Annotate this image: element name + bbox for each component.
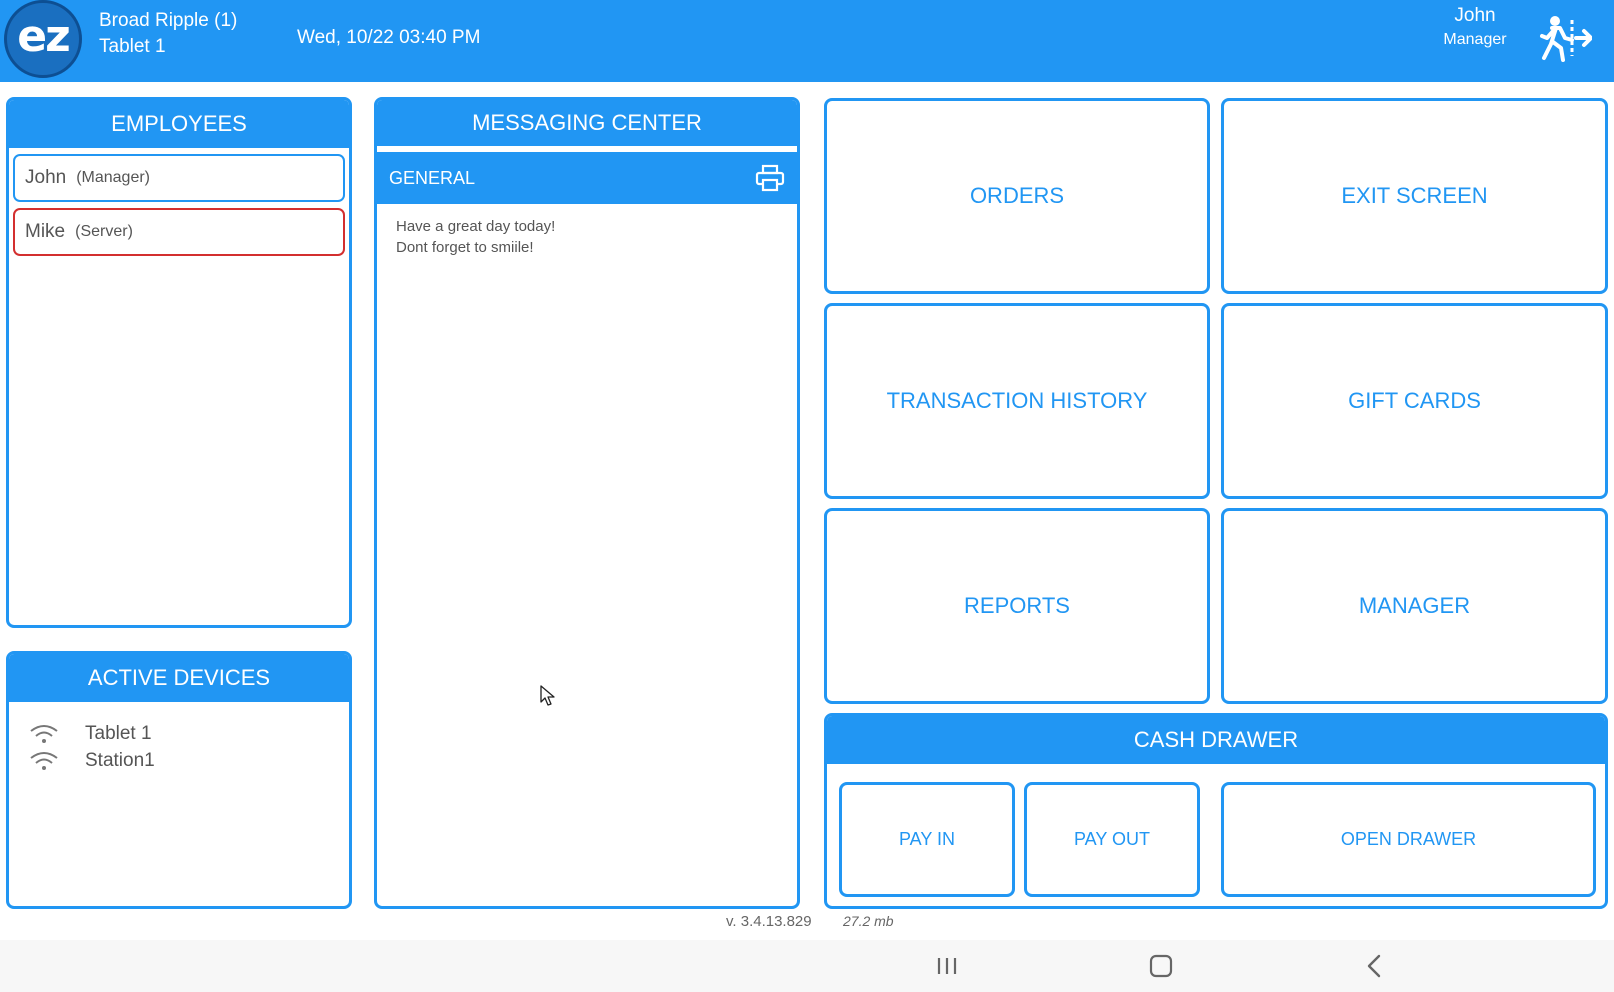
device-list: Tablet 1 Station1: [9, 702, 349, 774]
transaction-history-button[interactable]: TRANSACTION HISTORY: [824, 303, 1210, 499]
exit-screen-button[interactable]: EXIT SCREEN: [1221, 98, 1608, 294]
home-icon[interactable]: [1144, 950, 1178, 982]
cash-drawer-title: CASH DRAWER: [827, 716, 1605, 764]
employee-item-mike[interactable]: Mike (Server): [13, 208, 345, 256]
system-nav-bar: [0, 940, 1614, 992]
messaging-center-panel: MESSAGING CENTER GENERAL Have a great da…: [374, 97, 800, 909]
device-item: Station1: [29, 747, 349, 774]
message-line: Have a great day today!: [396, 218, 556, 235]
print-icon[interactable]: [755, 164, 785, 192]
recent-apps-icon[interactable]: [930, 950, 964, 982]
device-name: Tablet 1: [99, 36, 166, 57]
device-item: Tablet 1: [29, 720, 349, 747]
pay-out-button[interactable]: PAY OUT: [1024, 782, 1200, 897]
location-name: Broad Ripple (1): [99, 10, 238, 31]
ez-logo: ez: [4, 0, 82, 78]
pay-in-button[interactable]: PAY IN: [839, 782, 1015, 897]
message-body: Have a great day today! Dont forget to s…: [377, 204, 797, 258]
memory-usage: 27.2 mb: [843, 913, 894, 929]
open-drawer-button[interactable]: OPEN DRAWER: [1221, 782, 1596, 897]
user-role: Manager: [1443, 31, 1507, 48]
cash-drawer-panel: CASH DRAWER PAY IN PAY OUT OPEN DRAWER: [824, 713, 1608, 909]
orders-button[interactable]: ORDERS: [824, 98, 1210, 294]
employee-name: Mike: [25, 221, 66, 242]
employees-title: EMPLOYEES: [9, 100, 349, 148]
logout-walk-icon[interactable]: [1538, 14, 1592, 62]
manager-button[interactable]: MANAGER: [1221, 508, 1608, 704]
mouse-pointer-icon: [540, 685, 555, 706]
current-datetime: Wed, 10/22 03:40 PM: [297, 27, 481, 48]
messaging-center-title: MESSAGING CENTER: [377, 100, 797, 146]
location-info: Broad Ripple (1) Tablet 1: [99, 8, 237, 60]
back-icon[interactable]: [1358, 950, 1392, 982]
device-name: Tablet 1: [85, 722, 152, 744]
employee-item-john[interactable]: John (Manager): [13, 154, 345, 202]
device-name: Station1: [85, 749, 155, 771]
app-header: ez Broad Ripple (1) Tablet 1 Wed, 10/22 …: [0, 0, 1614, 82]
user-name: John: [1454, 5, 1496, 26]
logo-text: ez: [17, 10, 70, 62]
employee-role: (Server): [75, 223, 133, 240]
app-version: v. 3.4.13.829: [726, 913, 812, 930]
current-user: John Manager: [1420, 4, 1530, 52]
gift-cards-button[interactable]: GIFT CARDS: [1221, 303, 1608, 499]
active-devices-title: ACTIVE DEVICES: [9, 654, 349, 702]
active-devices-panel: ACTIVE DEVICES Tablet 1 Station1: [6, 651, 352, 909]
message-section-label: GENERAL: [389, 167, 476, 188]
reports-button[interactable]: REPORTS: [824, 508, 1210, 704]
message-line: Dont forget to smiile!: [396, 239, 534, 256]
wifi-icon: [30, 751, 58, 770]
employees-panel: EMPLOYEES John (Manager) Mike (Server): [6, 97, 352, 628]
message-section-header: GENERAL: [377, 152, 797, 204]
employee-name: John: [25, 167, 67, 188]
employee-role: (Manager): [76, 169, 151, 186]
wifi-icon: [30, 724, 58, 743]
